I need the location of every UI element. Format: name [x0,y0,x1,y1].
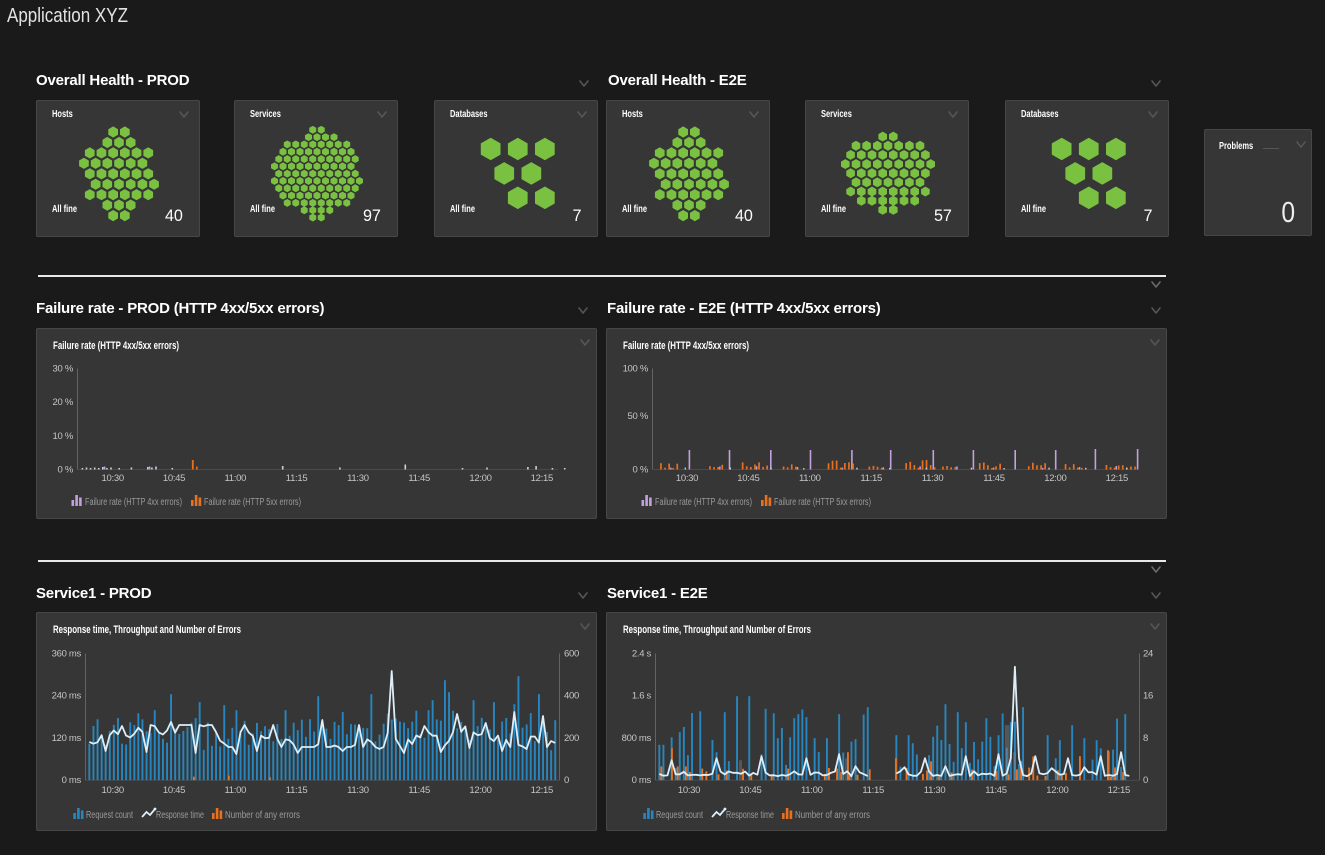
svg-text:400: 400 [564,691,579,702]
svg-text:Response time: Response time [726,810,774,821]
svg-text:10:45: 10:45 [163,473,185,484]
svg-text:12:15: 12:15 [531,473,553,484]
svg-text:10:45: 10:45 [739,785,761,796]
svg-text:Failure rate (HTTP 4xx/5xx err: Failure rate (HTTP 4xx/5xx errors) [623,340,749,352]
svg-text:10:30: 10:30 [676,473,698,484]
svg-text:12:00: 12:00 [469,473,491,484]
svg-text:Request count: Request count [656,810,703,821]
svg-text:11:45: 11:45 [408,785,430,796]
svg-text:2.4 s: 2.4 s [632,649,652,660]
svg-text:Number of any errors: Number of any errors [795,810,870,821]
svg-text:30 %: 30 % [53,364,74,375]
svg-text:11:15: 11:15 [286,785,308,796]
svg-text:12:15: 12:15 [531,785,553,796]
svg-text:Response time, Throughput and: Response time, Throughput and Number of … [53,624,241,636]
svg-text:11:30: 11:30 [924,785,946,796]
svg-text:800 ms: 800 ms [622,733,652,744]
svg-text:11:15: 11:15 [860,473,882,484]
svg-text:11:00: 11:00 [799,473,821,484]
svg-text:16: 16 [1143,691,1153,702]
svg-text:8: 8 [1143,733,1148,744]
svg-text:10 %: 10 % [53,431,74,442]
svg-text:10:45: 10:45 [737,473,759,484]
svg-text:600: 600 [564,649,579,660]
svg-text:Response time: Response time [156,810,204,821]
svg-text:11:45: 11:45 [985,785,1007,796]
svg-text:Failure rate (HTTP 5xx errors): Failure rate (HTTP 5xx errors) [774,497,871,508]
svg-text:360 ms: 360 ms [52,649,82,660]
svg-text:11:45: 11:45 [983,473,1005,484]
svg-text:12:00: 12:00 [1046,785,1068,796]
svg-text:Failure rate (HTTP 4xx errors): Failure rate (HTTP 4xx errors) [655,497,752,508]
svg-text:12:15: 12:15 [1106,473,1128,484]
svg-text:11:30: 11:30 [347,473,369,484]
svg-text:11:15: 11:15 [862,785,884,796]
svg-text:1.6 s: 1.6 s [632,691,652,702]
svg-text:0: 0 [564,775,569,786]
svg-text:10:30: 10:30 [102,473,124,484]
svg-text:Failure rate (HTTP 5xx errors): Failure rate (HTTP 5xx errors) [204,497,301,508]
svg-text:12:00: 12:00 [469,785,491,796]
svg-text:11:45: 11:45 [408,473,430,484]
svg-text:20 %: 20 % [53,397,74,408]
svg-text:0: 0 [1143,775,1148,786]
svg-text:Failure rate (HTTP 4xx errors): Failure rate (HTTP 4xx errors) [85,497,182,508]
svg-text:0 %: 0 % [58,465,74,476]
svg-text:11:00: 11:00 [225,785,247,796]
svg-text:10:30: 10:30 [678,785,700,796]
svg-text:Response time, Throughput and: Response time, Throughput and Number of … [623,624,811,636]
svg-text:10:30: 10:30 [102,785,124,796]
svg-text:100 %: 100 % [623,364,649,375]
svg-text:11:30: 11:30 [347,785,369,796]
svg-text:Number of any errors: Number of any errors [225,810,300,821]
svg-text:12:15: 12:15 [1108,785,1130,796]
svg-text:200: 200 [564,733,579,744]
svg-text:11:00: 11:00 [801,785,823,796]
svg-text:24: 24 [1143,649,1153,660]
svg-text:11:15: 11:15 [286,473,308,484]
svg-text:50 %: 50 % [628,411,649,422]
svg-text:11:30: 11:30 [922,473,944,484]
svg-text:Failure rate (HTTP 4xx/5xx err: Failure rate (HTTP 4xx/5xx errors) [53,340,179,352]
svg-text:120 ms: 120 ms [52,733,82,744]
svg-text:11:00: 11:00 [225,473,247,484]
svg-text:0 %: 0 % [633,465,649,476]
svg-text:0 ms: 0 ms [62,775,82,786]
svg-text:240 ms: 240 ms [52,691,82,702]
svg-text:0 ms: 0 ms [632,775,652,786]
svg-text:10:45: 10:45 [163,785,185,796]
svg-text:12:00: 12:00 [1044,473,1066,484]
svg-text:Request count: Request count [86,810,133,821]
